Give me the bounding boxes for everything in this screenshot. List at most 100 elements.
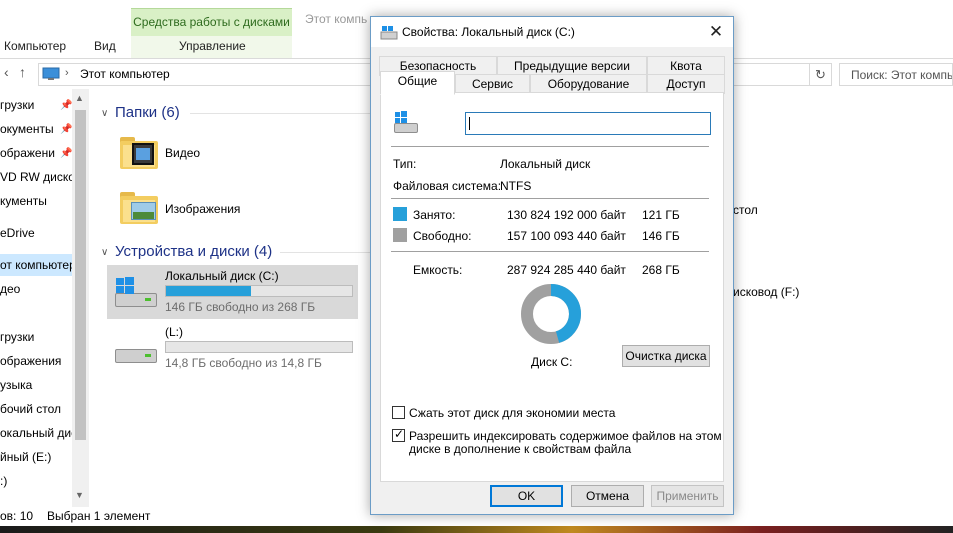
chevron-down-icon[interactable]: ∨: [101, 108, 108, 119]
breadcrumb-separator-icon: ›: [65, 67, 69, 79]
used-size: 121 ГБ: [642, 208, 680, 222]
drive-c-name: Локальный диск (C:): [165, 269, 279, 283]
tab-previous-versions[interactable]: Предыдущие версии: [497, 56, 647, 76]
separator: [391, 251, 709, 252]
nav-item-label: грузки: [0, 98, 35, 112]
used-label: Занято:: [413, 208, 456, 222]
drive-icon: [380, 26, 398, 40]
nav-item[interactable]: грузки: [0, 94, 34, 116]
group-divider: [280, 252, 370, 253]
apply-button[interactable]: Применить: [651, 485, 724, 507]
nav-item[interactable]: ображения: [0, 350, 61, 372]
devices-group-header[interactable]: Устройства и диски (4): [115, 243, 272, 260]
nav-item-label: окальный дис: [0, 426, 78, 440]
close-icon[interactable]: ✕: [699, 20, 733, 44]
dialog-title: Свойства: Локальный диск (C:): [402, 25, 575, 39]
tab-computer[interactable]: Компьютер: [4, 39, 66, 53]
separator: [391, 198, 709, 199]
windows-drive-icon: [113, 275, 159, 309]
drive-icon: [113, 331, 159, 365]
nav-item[interactable]: бочий стол: [0, 398, 61, 420]
tab-general[interactable]: Общие: [380, 71, 455, 95]
nav-item-label: eDrive: [0, 226, 35, 240]
nav-item[interactable]: окальный дис: [0, 422, 77, 444]
disk-usage-donut: [521, 284, 581, 344]
filesystem-label: Файловая система:: [393, 179, 502, 193]
status-item-count: ов: 10: [0, 509, 34, 523]
tab-sharing[interactable]: Доступ: [647, 74, 725, 94]
pin-icon: 📌: [60, 100, 73, 111]
disk-tools-context-header: Средства работы с дисками: [131, 8, 292, 36]
back-arrow-icon[interactable]: ‹: [4, 64, 9, 80]
folder-video[interactable]: Видео: [165, 146, 200, 160]
search-input[interactable]: Поиск: Этот компь: [839, 63, 953, 86]
nav-item-label: :): [0, 474, 8, 488]
nav-item[interactable]: eDrive: [0, 222, 35, 244]
compress-label[interactable]: Сжать этот диск для экономии места: [409, 406, 615, 420]
video-folder-icon: [120, 137, 158, 169]
used-space-swatch: [393, 207, 407, 221]
capacity-size: 268 ГБ: [642, 263, 680, 277]
nav-item[interactable]: грузки: [0, 326, 34, 348]
nav-item-label: окументы: [0, 122, 54, 136]
free-size: 146 ГБ: [642, 229, 680, 243]
tab-view[interactable]: Вид: [94, 39, 116, 53]
refresh-icon[interactable]: ↻: [809, 64, 831, 85]
scroll-down-icon[interactable]: ▼: [75, 490, 84, 500]
tab-quota[interactable]: Квота: [647, 56, 725, 76]
nav-item-label: узыка: [0, 378, 33, 392]
nav-item-label: ображени: [0, 146, 55, 160]
folders-group-header[interactable]: Папки (6): [115, 104, 180, 121]
pictures-folder-icon: [120, 192, 158, 224]
pin-icon: 📌: [60, 148, 73, 159]
filesystem-value: NTFS: [500, 179, 532, 193]
drive-c-usage-fill: [166, 286, 251, 296]
nav-item[interactable]: окументы: [0, 118, 54, 140]
nav-item[interactable]: йный (E:): [0, 446, 51, 468]
nav-scrollbar-thumb[interactable]: [75, 110, 86, 440]
compress-checkbox[interactable]: [392, 406, 405, 419]
index-label-line2[interactable]: диске в дополнение к свойствам файла: [409, 442, 631, 456]
scroll-up-icon[interactable]: ▲: [75, 93, 84, 103]
up-arrow-icon[interactable]: ↑: [19, 64, 26, 80]
ribbon-faded-title: Этот компь: [305, 12, 368, 26]
nav-item[interactable]: VD RW дисков: [0, 166, 81, 188]
nav-item[interactable]: ображени: [0, 142, 55, 164]
drive-c-usage-bar: [165, 285, 353, 297]
capacity-bytes: 287 924 285 440 байт: [507, 263, 626, 277]
nav-item-label: йный (E:): [0, 450, 52, 464]
index-checkbox[interactable]: ✓: [392, 427, 405, 442]
free-space-swatch: [393, 228, 407, 242]
index-label-line1[interactable]: Разрешить индексировать содержимое файло…: [409, 429, 722, 443]
nav-item[interactable]: :): [0, 470, 7, 492]
breadcrumb-this-pc[interactable]: Этот компьютер: [80, 67, 170, 81]
tab-hardware[interactable]: Оборудование: [530, 74, 647, 94]
chevron-down-icon[interactable]: ∨: [101, 247, 108, 258]
drive-l-name[interactable]: (L:): [165, 325, 183, 339]
title-strip: [0, 0, 953, 8]
checkmark-icon: ✓: [394, 427, 405, 441]
type-label: Тип:: [393, 157, 417, 171]
drive-label-input[interactable]: [465, 112, 711, 135]
partial-item-label[interactable]: стол: [733, 203, 758, 217]
nav-item-label: грузки: [0, 330, 35, 344]
disk-cleanup-button[interactable]: Очистка диска: [622, 345, 710, 367]
ok-button[interactable]: OK: [490, 485, 563, 507]
used-bytes: 130 824 192 000 байт: [507, 208, 626, 222]
separator: [391, 146, 709, 147]
nav-item-this-pc[interactable]: от компьютер: [0, 254, 76, 276]
tab-service[interactable]: Сервис: [455, 74, 530, 94]
drive-properties-dialog: Свойства: Локальный диск (C:) ✕ Безопасн…: [370, 16, 734, 515]
nav-item[interactable]: узыка: [0, 374, 32, 396]
nav-item-label: кументы: [0, 194, 47, 208]
desktop-wallpaper-strip: [0, 526, 953, 533]
partial-item-label[interactable]: исковод (F:): [733, 285, 799, 299]
folder-pictures[interactable]: Изображения: [165, 202, 240, 216]
cancel-button[interactable]: Отмена: [571, 485, 644, 507]
status-selection: Выбран 1 элемент: [47, 509, 151, 523]
nav-item[interactable]: део: [0, 278, 20, 300]
nav-item-label: део: [0, 282, 21, 296]
nav-item[interactable]: кументы: [0, 190, 47, 212]
tab-manage[interactable]: Управление: [179, 39, 246, 53]
nav-item-label: бочий стол: [0, 402, 62, 416]
